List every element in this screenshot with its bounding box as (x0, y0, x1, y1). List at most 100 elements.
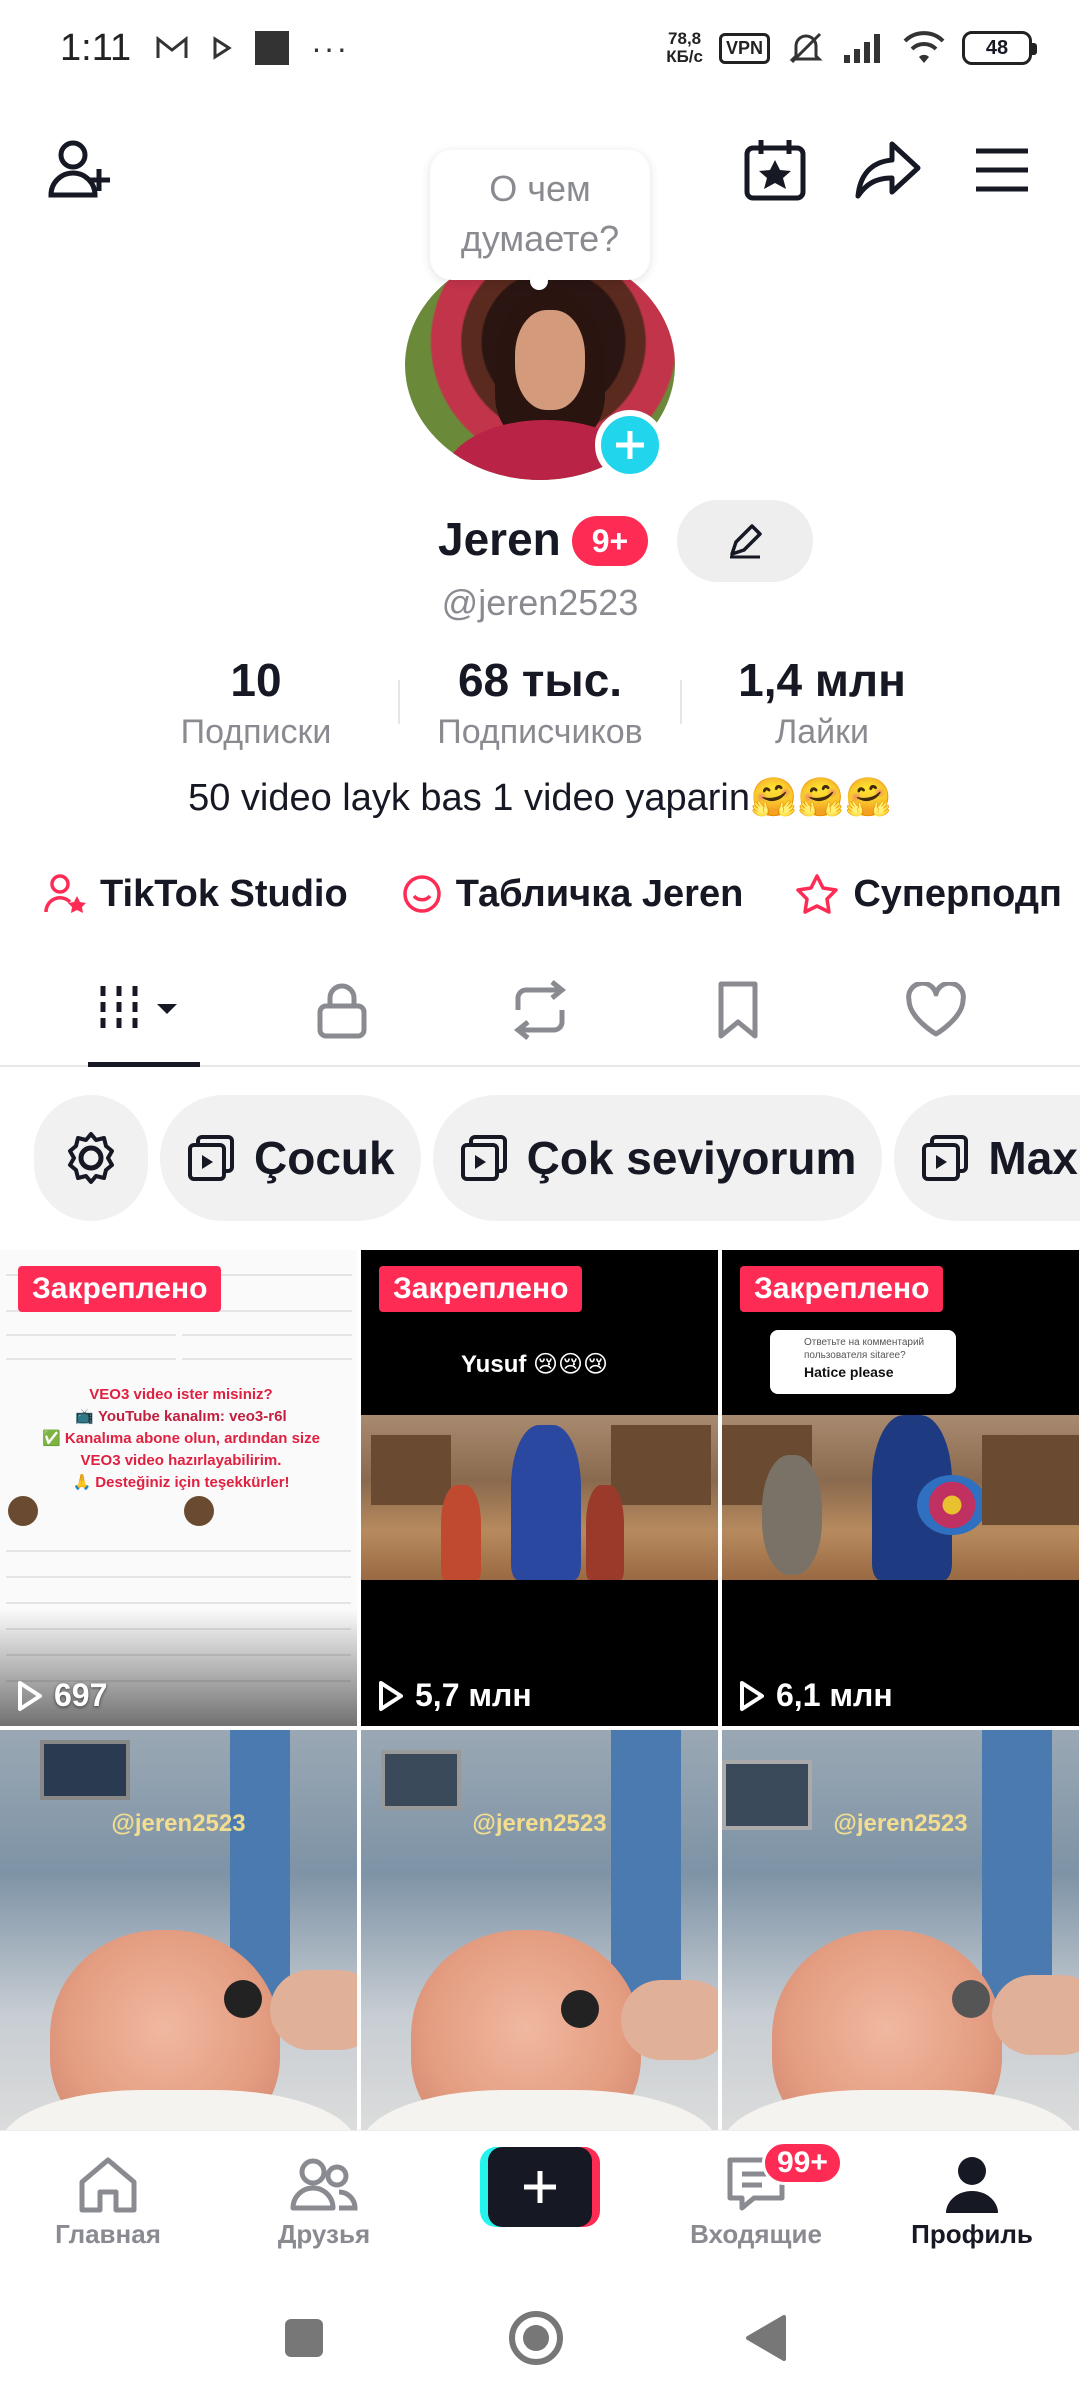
video-thumbnail[interactable]: Ответьте на комментарий пользователя sit… (722, 1250, 1079, 1726)
add-story-button[interactable] (595, 410, 665, 480)
video-grid: VEO3 video ister misiniz? 📺 YouTube kana… (0, 1250, 1080, 2130)
profile-name: Jeren (438, 513, 561, 565)
video-thumbnail[interactable]: VEO3 video ister misiniz? 📺 YouTube kana… (0, 1250, 357, 1726)
pinned-badge: Закреплено (740, 1266, 944, 1312)
bell-muted-icon (789, 32, 823, 64)
settings-screenshot-thumbnail: VEO3 video ister misiniz? 📺 YouTube kana… (0, 1250, 357, 1726)
status-time: 1:11 (60, 26, 132, 69)
pinned-badge: Закреплено (18, 1266, 222, 1312)
promo-text: VEO3 video ister misiniz? 📺 YouTube kana… (42, 1386, 320, 1491)
app-square-icon (255, 31, 290, 65)
tab-liked[interactable] (876, 955, 996, 1065)
content-tabs (0, 955, 1080, 1067)
view-count: 697 (16, 1677, 107, 1714)
calendar-button[interactable] (735, 130, 815, 210)
collection-chip-maxin[interactable]: Maxin (894, 1095, 1080, 1221)
home-system-button[interactable] (496, 2298, 576, 2378)
heart-icon (906, 982, 966, 1037)
collection-icon (188, 1135, 234, 1181)
tab-private[interactable] (282, 955, 402, 1065)
person-star-icon (44, 874, 86, 913)
add-friend-icon (48, 140, 110, 198)
nav-inbox[interactable]: 99+ Входящие (666, 2141, 846, 2250)
nav-home[interactable]: Главная (18, 2149, 198, 2250)
pencil-icon (730, 524, 762, 559)
stat-following[interactable]: 10 Подписки (126, 650, 386, 754)
active-tab-indicator (88, 1062, 200, 1067)
collections-settings-button[interactable] (34, 1095, 148, 1221)
link-jeren-board[interactable]: Табличка Jeren (400, 872, 770, 916)
nav-friends[interactable]: Друзья (234, 2149, 414, 2250)
plus-icon (616, 431, 644, 459)
nav-profile[interactable]: Профиль (882, 2149, 1062, 2250)
edit-profile-button[interactable] (677, 500, 813, 582)
recent-apps-button[interactable] (264, 2298, 344, 2378)
play-outline-icon (379, 1680, 403, 1711)
video-watermark: @jeren2523 (111, 1810, 246, 1837)
profile-icon (946, 2157, 998, 2213)
play-outline-icon (18, 1680, 42, 1711)
battery-indicator: 48 (962, 31, 1037, 65)
tab-videos[interactable] (80, 955, 200, 1065)
plus-icon (524, 2171, 556, 2203)
collections-row: Çocuk Çok seviyorum Maxin (34, 1095, 1080, 1221)
note-bubble[interactable]: О чем думаете? (430, 150, 650, 290)
net-speed: 78,8 КБ/с (666, 29, 703, 66)
video-caption: Yusuf 😢😢😢 (461, 1351, 609, 1378)
video-thumbnail[interactable]: @jeren2523 (361, 1730, 718, 2130)
wifi-icon (903, 31, 945, 63)
play-outline-icon (740, 1680, 764, 1711)
triangle-back-icon (746, 2315, 786, 2361)
gmail-icon (156, 35, 188, 58)
status-bar: 1:11 ··· 78,8 КБ/с VPN 48 (0, 0, 1080, 96)
video-thumbnail[interactable]: Yusuf 😢😢😢 Закреплено 5,7 млн (361, 1250, 718, 1726)
tab-reposts[interactable] (480, 955, 600, 1065)
view-count: 6,1 млн (738, 1677, 893, 1714)
village-image (722, 1415, 1079, 1580)
video-watermark: @jeren2523 (833, 1810, 968, 1837)
comment-reply-card: Ответьте на комментарий пользователя sit… (770, 1330, 956, 1394)
collection-icon (922, 1135, 969, 1181)
video-watermark: @jeren2523 (472, 1810, 607, 1837)
more-notifications-icon: ··· (311, 29, 350, 66)
signal-icon (844, 34, 880, 63)
collection-chip-cok-seviyorum[interactable]: Çok seviyorum (432, 1095, 883, 1221)
name-row: Jeren 9+ (0, 500, 1080, 582)
menu-icon (976, 148, 1028, 192)
home-icon (79, 2157, 137, 2213)
notification-badge[interactable]: 9+ (572, 516, 648, 566)
inbox-badge: 99+ (762, 2141, 843, 2185)
stat-likes[interactable]: 1,4 млн Лайки (692, 650, 952, 754)
hospital-image (361, 1730, 718, 2130)
friends-icon (290, 2158, 358, 2211)
create-button[interactable] (480, 2147, 600, 2227)
link-super-follow[interactable]: Суперподп (795, 872, 1080, 916)
link-tiktok-studio[interactable]: TikTok Studio (44, 872, 374, 916)
tab-favorites[interactable] (678, 955, 798, 1065)
collection-chip-cocuk[interactable]: Çocuk (160, 1095, 421, 1221)
menu-button[interactable] (962, 130, 1042, 210)
lock-icon (317, 983, 367, 1039)
add-friend-button[interactable] (40, 130, 120, 210)
back-button[interactable] (726, 2298, 806, 2378)
village-image (361, 1415, 718, 1580)
video-thumbnail[interactable]: @jeren2523 (722, 1730, 1079, 2130)
play-icon (213, 36, 232, 60)
vpn-badge: VPN (718, 32, 770, 64)
chat-board-icon (402, 875, 441, 913)
bookmark-icon (718, 981, 758, 1039)
pinned-badge: Закреплено (379, 1266, 583, 1312)
calendar-star-icon (744, 140, 806, 201)
share-icon (855, 141, 921, 199)
hospital-image (722, 1730, 1079, 2130)
profile-stats: 10 Подписки 68 тыс. Подписчиков 1,4 млн … (0, 650, 1080, 760)
profile-links: TikTok Studio Табличка Jeren Суперподп (44, 862, 1080, 926)
video-thumbnail[interactable]: @jeren2523 (0, 1730, 357, 2130)
view-count: 5,7 млн (377, 1677, 532, 1714)
profile-handle: @jeren2523 (441, 582, 639, 623)
share-profile-button[interactable] (848, 130, 928, 210)
stat-followers[interactable]: 68 тыс. Подписчиков (410, 650, 670, 754)
collection-icon (460, 1135, 507, 1181)
bottom-navigation: Главная Друзья 99+ Входящие Профиль (0, 2130, 1080, 2276)
repost-icon (513, 980, 567, 1040)
